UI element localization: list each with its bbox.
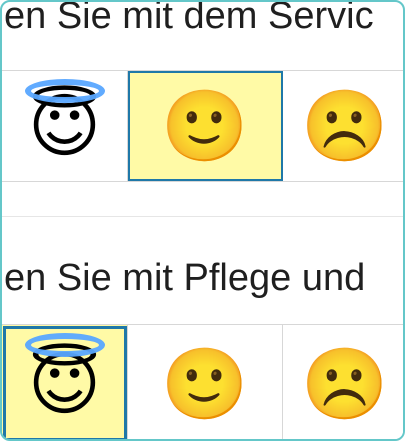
rating-survey-panel: en Sie mit dem Servic 😇 🙂 ☹️ en Sie mit …: [0, 0, 405, 441]
rating-option-slight-smile[interactable]: 🙂: [128, 71, 283, 181]
question-2-rating-row: 😇 🙂 ☹️: [2, 324, 403, 439]
halo-icon: [24, 333, 105, 357]
rating-option-frown[interactable]: ☹️: [283, 71, 403, 181]
angel-emoji-icon: 😇: [28, 342, 101, 425]
rating-option-frown[interactable]: ☹️: [283, 325, 403, 439]
rating-option-slight-smile[interactable]: 🙂: [128, 325, 283, 439]
section-divider: [2, 216, 403, 217]
halo-icon: [24, 79, 105, 103]
question-1-rating-row: 😇 🙂 ☹️: [2, 70, 403, 182]
frown-emoji-icon: ☹️: [301, 342, 389, 425]
rating-option-angel[interactable]: 😇: [2, 71, 128, 181]
frown-emoji-icon: ☹️: [301, 85, 389, 167]
slight-smile-emoji-icon: 🙂: [161, 342, 249, 425]
rating-option-angel[interactable]: 😇: [2, 325, 128, 439]
question-1-text: en Sie mit dem Servic: [4, 0, 374, 37]
slight-smile-emoji-icon: 🙂: [161, 85, 249, 167]
question-2-text: en Sie mit Pflege und: [4, 257, 366, 299]
